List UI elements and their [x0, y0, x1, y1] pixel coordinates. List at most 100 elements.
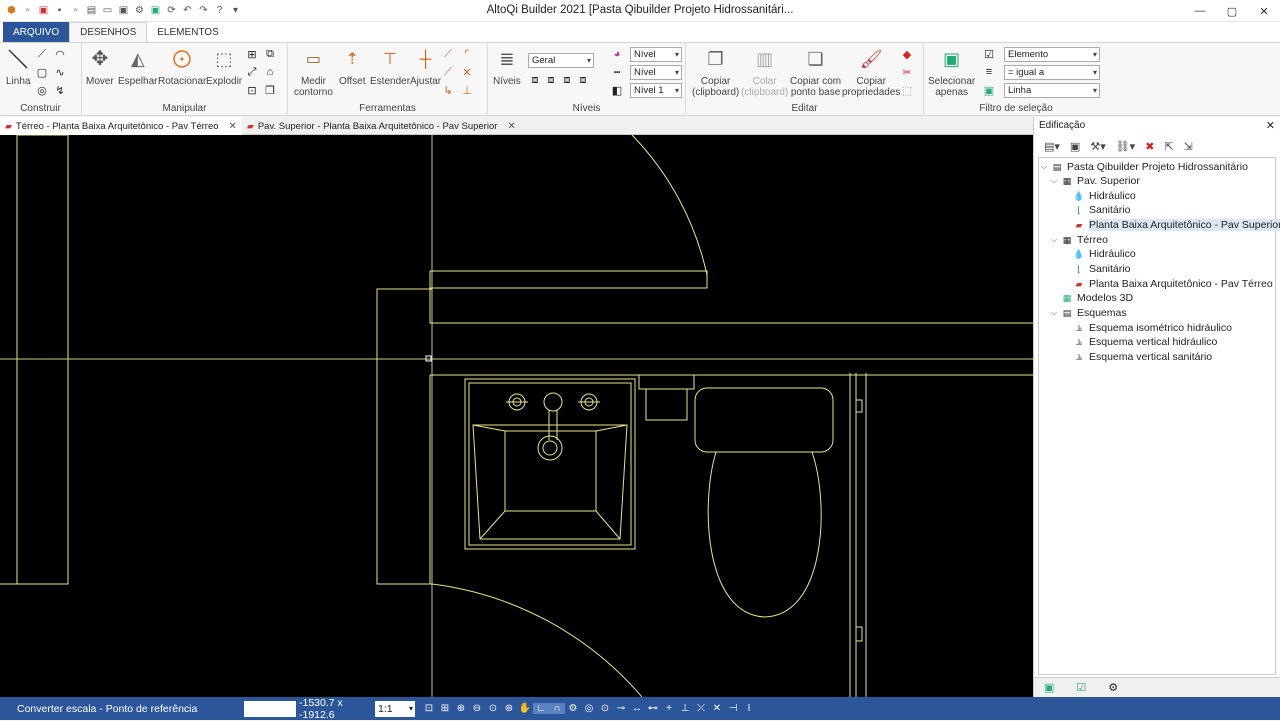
stretch-icon[interactable]: ⊥ [460, 83, 474, 97]
ortho-icon[interactable]: ∟ [533, 703, 549, 714]
tree-node[interactable]: 💧 Hidráulico [1073, 189, 1135, 203]
refresh-icon[interactable]: ⟳ [165, 4, 178, 17]
copiar-propriedades-button[interactable]: 🖌 Copiar propriedades [842, 47, 900, 99]
layer-tool-3-icon[interactable]: ⧈ [560, 73, 574, 87]
group-icon[interactable]: ⊡ [245, 83, 259, 97]
level-select[interactable]: Nível 1 [630, 83, 682, 98]
filter-element-select[interactable]: Elemento [1004, 47, 1100, 62]
check-tab-icon[interactable]: ☑ [1076, 681, 1086, 694]
linha-button[interactable]: Linha [6, 47, 30, 87]
niveis-button[interactable]: ≣ Níveis [493, 47, 521, 88]
tree-node[interactable]: ▰ Planta Baixa Arquitetônico - Pav Super… [1073, 218, 1280, 232]
osnap-midpoint-icon[interactable]: ↔ [629, 703, 645, 714]
offset-button[interactable]: ⇡ Offset [339, 47, 366, 87]
export-tree-icon[interactable]: ⇱ [1164, 140, 1173, 153]
settings-tab-icon[interactable]: ⚙ [1108, 681, 1118, 694]
layer-tool-1-icon[interactable]: ⧈ [528, 73, 542, 87]
explodir-button[interactable]: ⬚ Explodir [206, 47, 242, 88]
osnap-perp-icon[interactable]: ⊥ [677, 703, 693, 714]
redo-icon[interactable]: ↷ [197, 4, 210, 17]
arc-icon[interactable]: ◠ [53, 47, 67, 61]
osnap-quadrant-icon[interactable]: ⊣ [725, 703, 741, 714]
curve-icon[interactable]: ↯ [53, 83, 67, 97]
delete-icon[interactable]: ✖ [1145, 140, 1154, 153]
filter-operator-select[interactable]: = igual a [1004, 65, 1100, 80]
eraser-icon[interactable]: ◆ [900, 47, 914, 61]
osnap-endpoint-icon[interactable]: ⊸ [613, 703, 629, 714]
zoom-out-icon[interactable]: ⊖ [469, 703, 485, 714]
undo-icon[interactable]: ↶ [181, 4, 194, 17]
osnap-center-icon[interactable]: ◎ [581, 703, 597, 714]
zoom-in-icon[interactable]: ⊕ [453, 703, 469, 714]
tree-node[interactable]: ⫡ Esquema vertical sanitário [1073, 350, 1212, 364]
copiar-ponto-base-button[interactable]: ❏ Copiar com ponto base [790, 47, 841, 99]
osnap-insert-icon[interactable]: I [741, 703, 757, 714]
open-icon[interactable]: ▣ [37, 4, 50, 17]
tree-node[interactable]: ⌊ Sanitário [1073, 262, 1130, 276]
filter-value-select[interactable]: Linha [1004, 83, 1100, 98]
chamfer-icon[interactable]: ⟋ [441, 47, 455, 61]
layer-tool-4-icon[interactable]: ⧈ [576, 73, 590, 87]
import-tree-icon[interactable]: ⇲ [1184, 140, 1193, 153]
link-icon[interactable]: ⛓▾ [1116, 140, 1136, 153]
rotacionar-button[interactable]: Rotacionar [158, 47, 206, 87]
new-icon[interactable]: ▫ [21, 4, 34, 17]
layer-group-select[interactable]: Geral [528, 53, 594, 68]
tree-node[interactable]: 💧 Hidráulico [1073, 247, 1135, 261]
tree-node[interactable]: ⫡ Esquema vertical hidráulico [1073, 335, 1217, 349]
zoom-extents-icon[interactable]: ⊞ [437, 703, 453, 714]
print-icon[interactable]: ▤ [85, 4, 98, 17]
tab-desenhos[interactable]: DESENHOS [69, 22, 148, 42]
collapse-icon[interactable]: ⌵ [1051, 176, 1061, 186]
close-button[interactable]: ✕ [1248, 0, 1280, 22]
layer-tool-2-icon[interactable]: ⧈ [544, 73, 558, 87]
ajustar-button[interactable]: ┼ Ajustar [410, 47, 441, 87]
tools-icon[interactable]: ⚒▾ [1090, 140, 1105, 153]
medir-contorno-button[interactable]: ▭ Medir contorno [294, 47, 333, 98]
color-wheel-icon[interactable]: ◕ [610, 47, 624, 61]
selecionar-apenas-button[interactable]: ▣ Selecionar apenas [928, 47, 975, 99]
tree-node[interactable]: ⌵ ▦ Pav. Superior [1051, 174, 1140, 188]
doc-tab-terreo[interactable]: ▰ Térreo - Planta Baixa Arquitetônico - … [0, 117, 242, 135]
save-as-icon[interactable]: ▫ [69, 4, 82, 17]
copiar-clipboard-button[interactable]: ❐ Copiar (clipboard) [692, 47, 739, 99]
collapse-icon[interactable]: ⌵ [1051, 308, 1061, 318]
drawing-canvas[interactable] [0, 135, 1033, 697]
folder-icon[interactable]: ▭ [101, 4, 114, 17]
tab-elementos[interactable]: ELEMENTOS [147, 22, 229, 42]
export-icon[interactable]: ▣ [117, 4, 130, 17]
zoom-all-icon[interactable]: ⊛ [501, 703, 517, 714]
polyline-icon[interactable]: ⟋ [35, 47, 49, 61]
color-select[interactable]: Nível [630, 47, 682, 62]
select-all-icon[interactable]: ⬚ [900, 83, 914, 97]
colar-clipboard-button[interactable]: ▥ Colar (clipboard) [741, 47, 788, 99]
collapse-icon[interactable]: ⌵ [1041, 162, 1051, 172]
fillet-icon[interactable]: ⌜ [460, 47, 474, 61]
cut-icon[interactable]: ✂ [900, 65, 914, 79]
fill-icon[interactable]: ⌂ [263, 65, 277, 79]
copy-icon[interactable]: ❐ [263, 83, 277, 97]
close-icon[interactable]: ✕ [1266, 119, 1275, 132]
doc-tab-pav-superior[interactable]: ▰ Pav. Superior - Planta Baixa Arquitetô… [242, 117, 521, 135]
save-tree-icon[interactable]: ▣ [1070, 140, 1080, 153]
espelhar-button[interactable]: ◭ Espelhar [118, 47, 157, 88]
tree-node[interactable]: ⌵ ▦ Térreo [1051, 233, 1108, 247]
green-doc-icon[interactable]: ▣ [149, 4, 162, 17]
linetype-select[interactable]: Nível [630, 65, 682, 80]
mover-button[interactable]: ✥ Mover [86, 47, 114, 88]
align-icon[interactable]: ↳ [441, 83, 455, 97]
tree-node[interactable]: ⌊ Sanitário [1073, 203, 1130, 217]
settings-icon[interactable]: ⚙ [133, 4, 146, 17]
minimize-button[interactable]: — [1184, 0, 1216, 22]
collapse-icon[interactable]: ⌵ [1051, 235, 1061, 245]
osnap-tangent-icon[interactable]: ⤫ [693, 703, 709, 714]
join-icon[interactable]: ✕ [460, 65, 474, 79]
tree-node[interactable]: ⌵ ▤ Pasta Qibuilder Projeto Hidrossanitá… [1041, 160, 1248, 174]
save-icon[interactable]: ▪ [53, 4, 66, 17]
estender-button[interactable]: ⊤ Estender [370, 47, 410, 87]
osnap-nearest-icon[interactable]: ✕ [709, 703, 725, 714]
zoom-previous-icon[interactable]: ⊙ [485, 703, 501, 714]
osnap-intersection-icon[interactable]: + [661, 703, 677, 714]
filter-equals-icon[interactable]: ≡ [982, 65, 996, 79]
linetype-icon[interactable]: ┅ [610, 65, 624, 79]
